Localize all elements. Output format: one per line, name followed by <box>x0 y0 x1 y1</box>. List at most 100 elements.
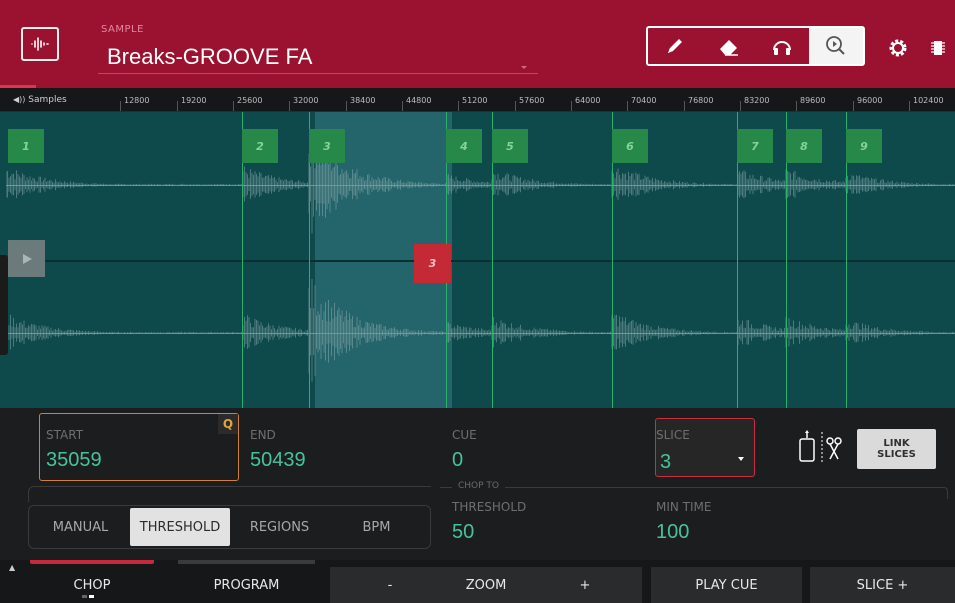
eraser-icon <box>719 40 738 56</box>
mode-regions-button[interactable]: REGIONS <box>232 508 327 546</box>
ruler-tick-label: 83200 <box>744 96 770 105</box>
end-value[interactable]: 50439 <box>250 449 306 472</box>
mode-manual-button[interactable]: MANUAL <box>33 508 128 546</box>
start-label: START <box>46 428 84 442</box>
ruler-tick-label: 89600 <box>800 96 826 105</box>
ruler-tick-mark <box>233 101 234 111</box>
mode-threshold-button[interactable]: THRESHOLD <box>130 508 230 546</box>
up-arrow-icon[interactable]: ▲ <box>9 563 15 572</box>
mode-bracket <box>28 486 431 502</box>
cue-value[interactable]: 0 <box>452 449 463 472</box>
ruler-tick-label: 57600 <box>519 96 545 105</box>
cpu-button[interactable] <box>930 38 946 58</box>
tool-group <box>646 26 865 66</box>
program-tab-indicator <box>178 560 315 564</box>
sample-dropdown-caret-icon[interactable] <box>521 66 527 69</box>
slice-marker[interactable]: 8 <box>786 129 822 163</box>
ruler-tick-mark <box>684 101 685 111</box>
chip-icon <box>931 41 945 55</box>
play-icon <box>22 253 32 264</box>
ruler-tick-label: 32000 <box>293 96 319 105</box>
slice-marker[interactable]: 9 <box>846 129 882 163</box>
link-slices-button[interactable]: LINK SLICES <box>857 429 936 469</box>
ruler-tick-label: 25600 <box>237 96 263 105</box>
sample-label: SAMPLE <box>101 24 144 35</box>
ruler-unit-label[interactable]: ◀)) Samples <box>13 95 67 105</box>
zoom-play-icon <box>826 36 845 55</box>
page-dot-2 <box>89 595 94 598</box>
slice-marker[interactable]: 5 <box>492 129 528 163</box>
min-time-value[interactable]: 100 <box>656 521 689 544</box>
threshold-value[interactable]: 50 <box>452 521 474 544</box>
ruler-tick-label: 70400 <box>631 96 657 105</box>
ruler-tick-label: 76800 <box>688 96 714 105</box>
slice-marker[interactable]: 7 <box>737 129 773 163</box>
header-bar: SAMPLE Breaks-GROOVE FA <box>0 0 955 88</box>
end-label: END <box>250 428 276 442</box>
ruler-tick-label: 96000 <box>857 96 883 105</box>
ruler-tick-mark <box>177 101 178 111</box>
settings-button[interactable] <box>886 36 910 60</box>
sample-edit-icon[interactable] <box>21 27 59 61</box>
ruler-tick-mark <box>515 101 516 111</box>
quantize-badge[interactable]: Q <box>218 414 238 434</box>
gear-icon <box>889 39 907 57</box>
sample-name-select[interactable]: Breaks-GROOVE FA <box>107 44 312 70</box>
scissors-icon <box>799 430 842 463</box>
slice-marker[interactable]: 6 <box>612 129 648 163</box>
pencil-tool-button[interactable] <box>648 28 702 64</box>
chop-to-bracket <box>440 487 948 499</box>
zoom-in-button[interactable]: + <box>535 567 635 603</box>
slice-value: 3 <box>660 451 672 473</box>
min-time-label: MIN TIME <box>656 500 712 514</box>
play-cue-button[interactable]: PLAY CUE <box>651 567 802 603</box>
play-position-marker[interactable] <box>8 240 45 277</box>
ruler-tick-label: 44800 <box>406 96 432 105</box>
ruler-tick-mark <box>289 101 290 111</box>
pencil-icon <box>667 39 682 53</box>
program-tab[interactable]: PROGRAM <box>178 567 315 603</box>
ruler-tick-mark <box>909 101 910 111</box>
slice-label: SLICE <box>656 428 690 442</box>
ruler-tick-mark <box>120 101 121 111</box>
ruler-tick-mark <box>796 101 797 111</box>
slice-dropdown-caret-icon <box>738 457 744 461</box>
ruler-tick-label: 19200 <box>181 96 207 105</box>
waveform-display[interactable]: 123456789 <box>6 112 955 408</box>
start-value: 35059 <box>46 449 102 471</box>
waveform-channel <box>6 279 955 382</box>
ruler-tick-mark <box>740 101 741 111</box>
left-scroll-handle[interactable] <box>0 255 8 355</box>
slice-marker[interactable]: 2 <box>242 129 278 163</box>
ruler-tick-mark <box>458 101 459 111</box>
ruler-tick-mark <box>346 101 347 111</box>
chop-tab-indicator <box>30 560 154 564</box>
ruler-tick-mark <box>853 101 854 111</box>
waveform-icon: ◀)) <box>13 95 26 104</box>
cue-label: CUE <box>452 428 477 442</box>
threshold-label: THRESHOLD <box>452 500 527 514</box>
chop-to-label: CHOP TO <box>452 481 506 491</box>
ruler-tick-label: 51200 <box>462 96 488 105</box>
ruler-tick-mark <box>402 101 403 111</box>
sample-ruler[interactable]: ◀)) Samples 12800 19200 25600 32000 38400 448… <box>0 88 955 112</box>
slice-marker[interactable]: 3 <box>309 129 345 163</box>
ruler-tick-label: 38400 <box>350 96 376 105</box>
zoom-out-button[interactable]: - <box>340 567 440 603</box>
headphones-tool-button[interactable] <box>756 28 810 64</box>
page-dot-1 <box>82 595 87 598</box>
chop-scissor-button[interactable] <box>796 429 848 467</box>
slice-marker[interactable]: 4 <box>446 129 482 163</box>
slice-plus-button[interactable]: SLICE + <box>810 567 955 603</box>
ruler-tick-mark <box>571 101 572 111</box>
sample-underline <box>98 73 538 74</box>
ruler-tick-label: 64000 <box>575 96 601 105</box>
ruler-tick-mark <box>627 101 628 111</box>
eraser-tool-button[interactable] <box>702 28 756 64</box>
mode-bpm-button[interactable]: BPM <box>329 508 424 546</box>
slice-end-marker[interactable]: 3 <box>414 244 451 283</box>
ruler-tick-label: 102400 <box>913 96 944 105</box>
zoom-label: ZOOM <box>465 577 507 593</box>
zoom-play-tool-button[interactable] <box>809 28 863 64</box>
slice-marker[interactable]: 1 <box>8 129 44 163</box>
